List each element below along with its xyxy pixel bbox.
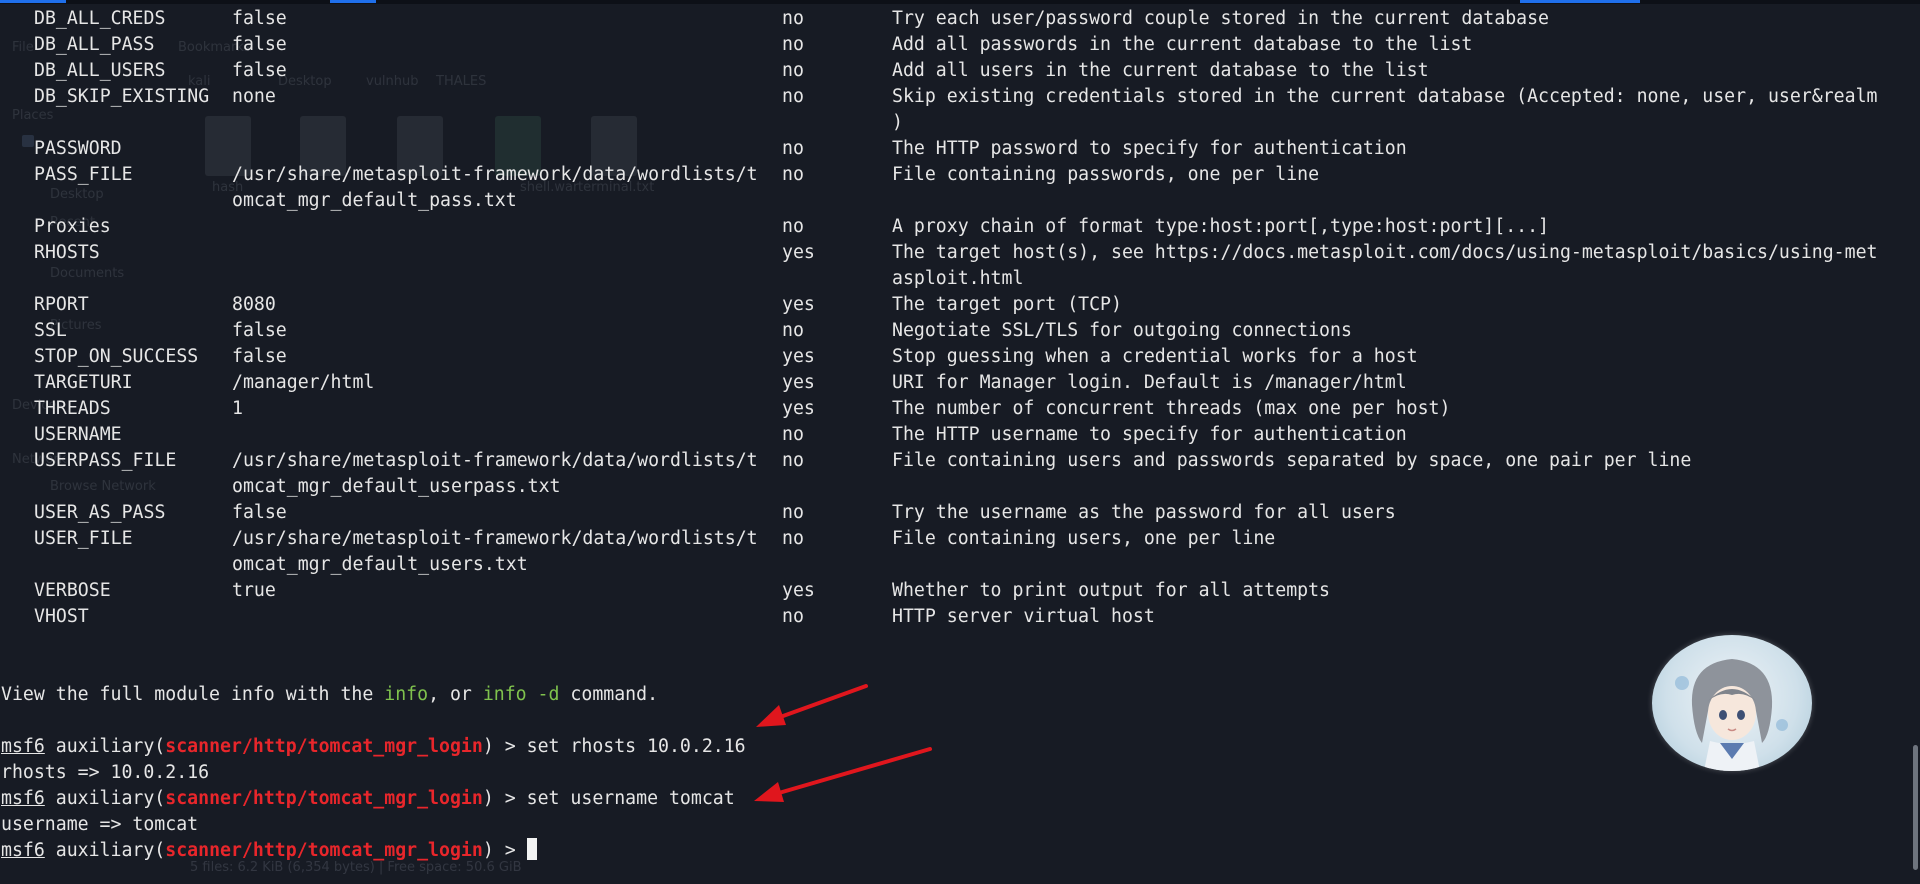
annotation-arrow-2 [754,747,932,802]
annotation-arrow-1 [756,684,868,727]
anime-avatar-image [1652,635,1812,771]
annotation-arrows [754,684,932,802]
